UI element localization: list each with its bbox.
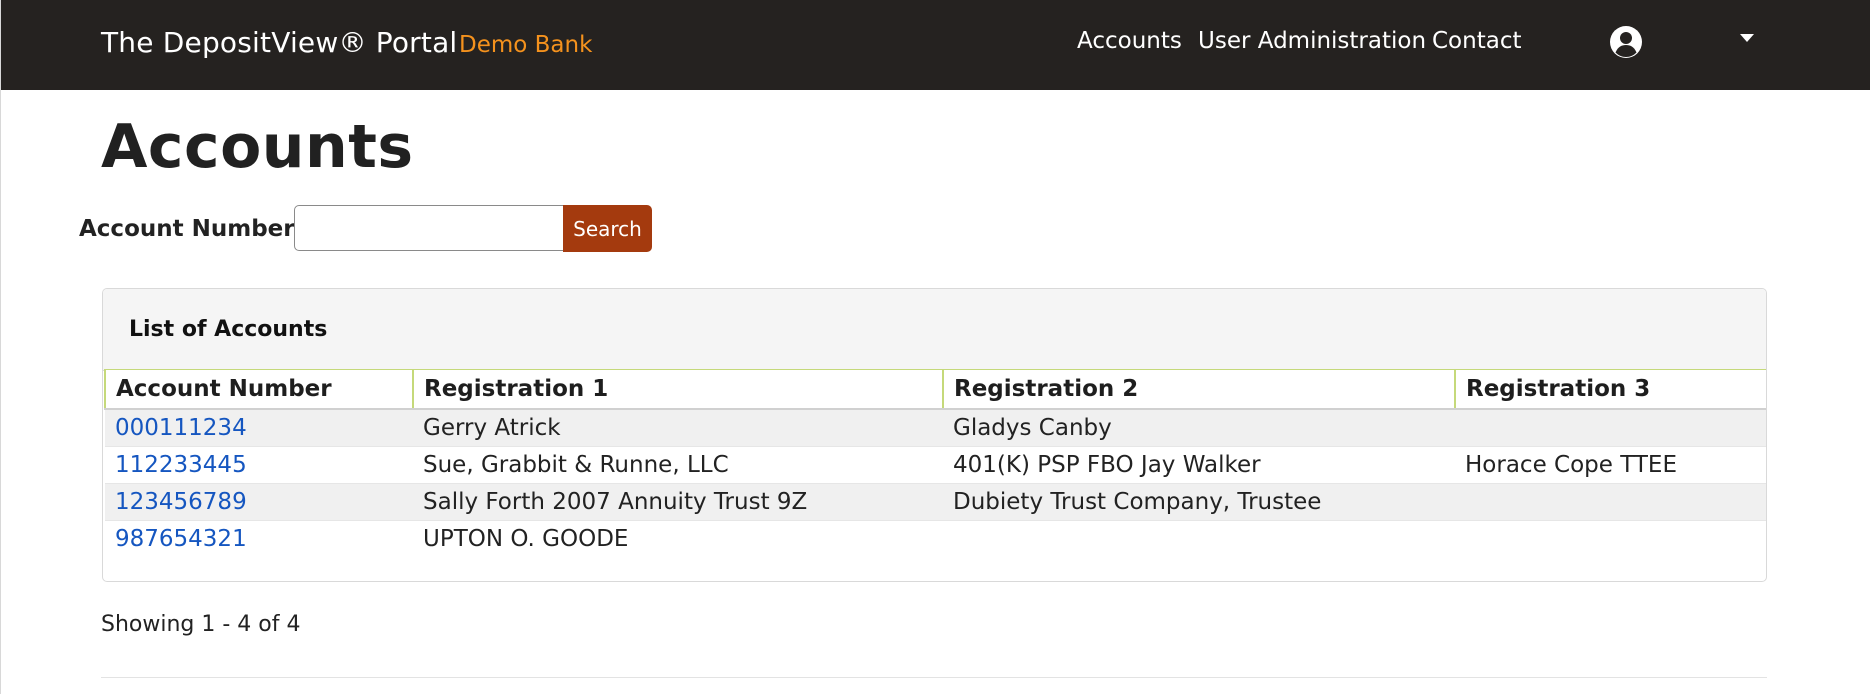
table-row: 987654321 UPTON O. GOODE [105,520,1766,557]
table-header-row: Account Number Registration 1 Registrati… [104,369,1766,410]
bank-name: Demo Bank [459,32,593,58]
registration-3-cell [1455,520,1766,557]
account-number-cell: 000111234 [105,409,413,447]
registration-3-cell [1455,483,1766,521]
account-number-link[interactable]: 987654321 [115,526,247,552]
accounts-card: List of Accounts Account Number Registra… [102,288,1767,582]
footer-divider [101,677,1767,678]
account-number-link[interactable]: 123456789 [115,489,247,515]
search-button[interactable]: Search [563,205,652,252]
account-number-search-input[interactable] [294,205,564,251]
account-number-cell: 112233445 [105,446,413,484]
registration-2-cell [943,520,1455,557]
table-row: 000111234 Gerry Atrick Gladys Canby [105,409,1766,447]
accounts-card-header: List of Accounts [103,289,1766,371]
registration-3-cell [1455,409,1766,447]
table-row: 123456789 Sally Forth 2007 Annuity Trust… [105,483,1766,521]
caret-down-icon[interactable] [1739,33,1755,43]
column-header-registration-3[interactable]: Registration 3 [1454,369,1766,410]
top-navbar: The DepositView® Portal Demo Bank Accoun… [1,0,1870,90]
pagination-summary: Showing 1 - 4 of 4 [101,612,301,637]
account-number-label: Account Number [79,216,295,242]
account-number-link[interactable]: 000111234 [115,415,247,441]
user-circle-icon[interactable] [1609,25,1643,59]
registration-3-cell: Horace Cope TTEE [1455,446,1766,484]
page-title: Accounts [101,112,414,182]
registration-2-cell: 401(K) PSP FBO Jay Walker [943,446,1455,484]
nav-link-accounts[interactable]: Accounts [1077,28,1182,54]
account-number-link[interactable]: 112233445 [115,452,247,478]
account-number-cell: 987654321 [105,520,413,557]
registration-1-cell: Sally Forth 2007 Annuity Trust 9Z [413,483,943,521]
column-header-registration-2[interactable]: Registration 2 [942,369,1456,410]
column-header-account-number[interactable]: Account Number [104,369,414,410]
registration-1-cell: Gerry Atrick [413,409,943,447]
registration-1-cell: Sue, Grabbit & Runne, LLC [413,446,943,484]
registration-1-cell: UPTON O. GOODE [413,520,943,557]
nav-link-user-administration[interactable]: User Administration [1198,28,1426,54]
registration-2-cell: Gladys Canby [943,409,1455,447]
portal-brand[interactable]: The DepositView® Portal [101,26,457,59]
table-row: 112233445 Sue, Grabbit & Runne, LLC 401(… [105,446,1766,484]
accounts-table: Account Number Registration 1 Registrati… [104,369,1766,557]
registration-2-cell: Dubiety Trust Company, Trustee [943,483,1455,521]
nav-link-contact[interactable]: Contact [1432,28,1521,54]
column-header-registration-1[interactable]: Registration 1 [412,369,944,410]
accounts-card-title: List of Accounts [129,317,328,342]
account-number-cell: 123456789 [105,483,413,521]
